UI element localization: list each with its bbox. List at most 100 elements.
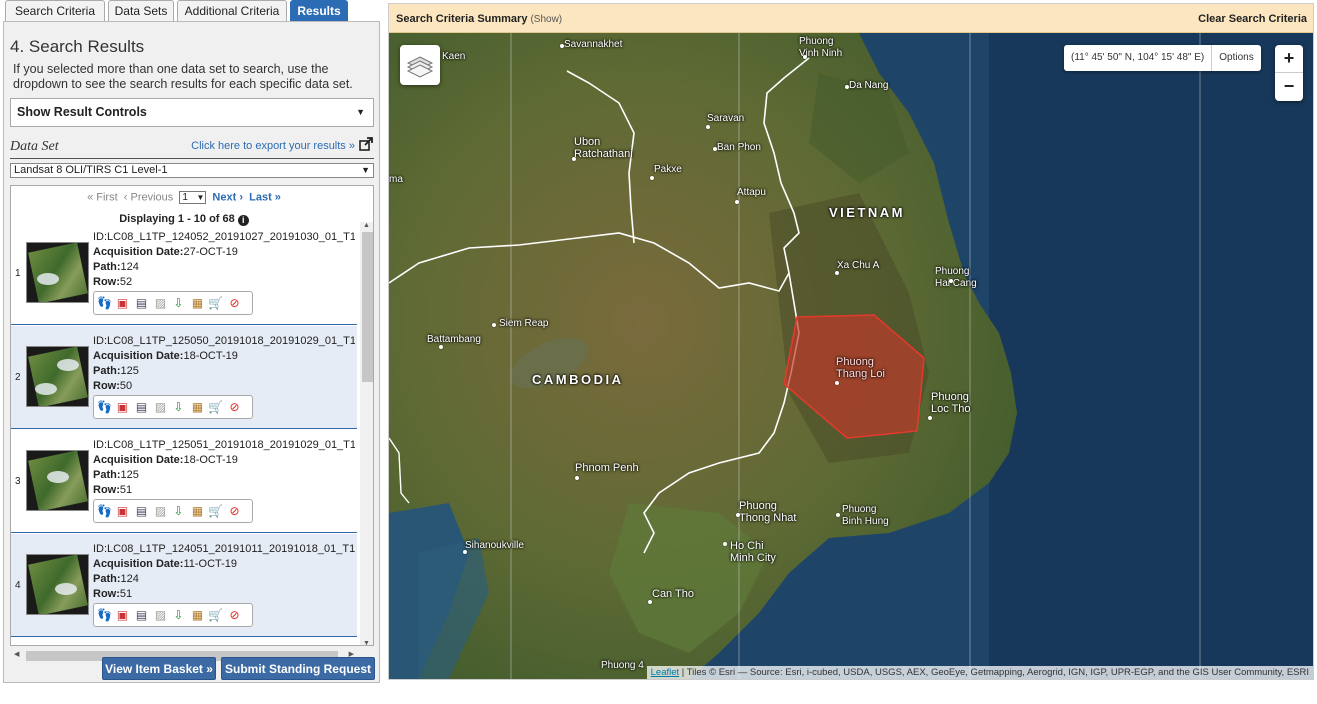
pager-first[interactable]: « First: [87, 191, 118, 203]
scene-thumbnail[interactable]: [26, 554, 89, 615]
row-value: 50: [119, 380, 133, 392]
footprint-icon[interactable]: 👣: [97, 608, 112, 623]
show-result-controls-dropdown[interactable]: Show Result Controls ▼: [10, 98, 374, 127]
metadata-icon[interactable]: ▨: [153, 296, 168, 311]
bulk-download-icon[interactable]: ▦: [190, 400, 205, 415]
layers-control[interactable]: [400, 45, 440, 85]
footprint-icon[interactable]: 👣: [97, 296, 112, 311]
row-label: Row:: [93, 380, 120, 392]
map-label-phuong-loc-tho: Phuong Loc Tho: [931, 391, 971, 415]
row-label: Row:: [93, 484, 120, 496]
acq-label: Acquisition Date:: [93, 350, 184, 362]
coordinate-options-button[interactable]: Options: [1211, 45, 1261, 71]
download-icon[interactable]: ⇩: [171, 400, 186, 415]
bulk-download-icon[interactable]: ▦: [190, 608, 205, 623]
cart-icon[interactable]: 🛒: [208, 400, 223, 415]
path-value: 125: [120, 365, 139, 377]
tab-additional-criteria[interactable]: Additional Criteria: [177, 0, 287, 21]
compare-icon[interactable]: ▤: [134, 400, 149, 415]
page-select[interactable]: 1 ▼: [179, 191, 207, 204]
summary-show-link[interactable]: (Show): [530, 14, 562, 25]
bulk-download-icon[interactable]: ▦: [190, 296, 205, 311]
pager-previous[interactable]: ‹ Previous: [124, 191, 174, 203]
overlay-icon[interactable]: ▣: [115, 296, 130, 311]
result-actions: 👣 ▣ ▤ ▨ ⇩ ▦ 🛒 ⊘: [93, 395, 253, 419]
vertical-scrollbar[interactable]: ▲ ▼: [360, 222, 373, 645]
map-label-kaen: Kaen: [442, 51, 466, 62]
exclude-icon[interactable]: ⊘: [227, 296, 242, 311]
cart-icon[interactable]: 🛒: [208, 608, 223, 623]
scroll-left-icon[interactable]: ◀: [14, 650, 19, 658]
view-item-basket-button[interactable]: View Item Basket »: [102, 657, 216, 680]
footprint-icon[interactable]: 👣: [97, 504, 112, 519]
city-marker: [560, 44, 564, 48]
scene-thumbnail[interactable]: [26, 242, 89, 303]
summary-title-text: Search Criteria Summary: [396, 13, 528, 25]
cart-icon[interactable]: 🛒: [208, 296, 223, 311]
scroll-down-icon[interactable]: ▼: [363, 640, 370, 645]
map-label-phuong-thong-nhat: Phuong Thong Nhat: [739, 500, 797, 524]
city-marker: [723, 542, 727, 546]
metadata-icon[interactable]: ▨: [153, 504, 168, 519]
exclude-icon[interactable]: ⊘: [227, 504, 242, 519]
zoom-out-button[interactable]: −: [1275, 73, 1303, 101]
tab-results[interactable]: Results: [290, 0, 348, 21]
download-icon[interactable]: ⇩: [171, 296, 186, 311]
metadata-icon[interactable]: ▨: [153, 608, 168, 623]
dataset-select[interactable]: Landsat 8 OLI/TIRS C1 Level-1 ▼: [10, 163, 374, 178]
city-marker: [713, 147, 717, 151]
footprint-icon[interactable]: 👣: [97, 400, 112, 415]
compare-icon[interactable]: ▤: [134, 504, 149, 519]
city-marker: [439, 345, 443, 349]
overlay-icon[interactable]: ▣: [115, 400, 130, 415]
map-label-saravan: Saravan: [707, 113, 745, 124]
download-icon[interactable]: ⇩: [171, 608, 186, 623]
result-row: 1 ID:LC08_L1TP_124052_20191027_20191030_…: [11, 222, 357, 325]
row-value: 51: [119, 484, 133, 496]
result-id: ID:LC08_L1TP_125050_20191018_20191029_01…: [93, 335, 355, 347]
compare-icon[interactable]: ▤: [134, 608, 149, 623]
tab-search-criteria[interactable]: Search Criteria: [5, 0, 105, 21]
pager-next[interactable]: Next ›: [212, 191, 243, 203]
map-label-ban-phon: Ban Phon: [717, 142, 761, 153]
pager-last[interactable]: Last »: [249, 191, 281, 203]
compare-icon[interactable]: ▤: [134, 296, 149, 311]
external-link-icon[interactable]: [359, 137, 373, 151]
map-canvas[interactable]: Kaen Savannakhet Phuong Vinh Ninh Da Nan…: [389, 33, 1313, 679]
attribution-text: | Tiles © Esri — Source: Esri, i-cubed, …: [679, 667, 1309, 678]
scene-thumbnail[interactable]: [26, 450, 89, 511]
overlay-icon[interactable]: ▣: [115, 608, 130, 623]
map-label-can-tho: Can Tho: [652, 588, 694, 600]
download-icon[interactable]: ⇩: [171, 504, 186, 519]
scroll-up-icon[interactable]: ▲: [363, 222, 370, 229]
path-value: 124: [120, 573, 139, 585]
clear-search-criteria-link[interactable]: Clear Search Criteria: [1198, 13, 1307, 25]
export-results-link[interactable]: Click here to export your results »: [191, 140, 355, 152]
result-actions: 👣 ▣ ▤ ▨ ⇩ ▦ 🛒 ⊘: [93, 291, 253, 315]
result-number: 1: [15, 268, 21, 279]
path-label: Path:: [93, 365, 121, 377]
coordinate-text: (11° 45' 50" N, 104° 15' 48" E): [1071, 52, 1205, 63]
map-label-siem-reap: Siem Reap: [499, 318, 549, 329]
scene-thumbnail[interactable]: [26, 346, 89, 407]
map-label-sihanoukville: Sihanoukville: [465, 540, 524, 551]
tab-data-sets[interactable]: Data Sets: [108, 0, 174, 21]
exclude-icon[interactable]: ⊘: [227, 400, 242, 415]
cart-icon[interactable]: 🛒: [208, 504, 223, 519]
map-label-phuong-binh-hung: Phuong Binh Hung: [842, 504, 889, 527]
acq-label: Acquisition Date:: [93, 558, 184, 570]
path-value: 124: [120, 261, 139, 273]
caret-down-icon: ▼: [356, 107, 365, 117]
result-id: ID:LC08_L1TP_124052_20191027_20191030_01…: [93, 231, 355, 243]
map-label-phuong-hai-cang: Phuong Hai Cang: [935, 266, 977, 289]
city-marker: [928, 416, 932, 420]
exclude-icon[interactable]: ⊘: [227, 608, 242, 623]
leaflet-link[interactable]: Leaflet: [651, 667, 680, 678]
submit-standing-request-button[interactable]: Submit Standing Request »: [221, 657, 375, 699]
result-actions: 👣 ▣ ▤ ▨ ⇩ ▦ 🛒 ⊘: [93, 499, 253, 523]
metadata-icon[interactable]: ▨: [153, 400, 168, 415]
overlay-icon[interactable]: ▣: [115, 504, 130, 519]
scrollbar-thumb[interactable]: [362, 232, 373, 382]
bulk-download-icon[interactable]: ▦: [190, 504, 205, 519]
zoom-in-button[interactable]: +: [1275, 45, 1303, 73]
